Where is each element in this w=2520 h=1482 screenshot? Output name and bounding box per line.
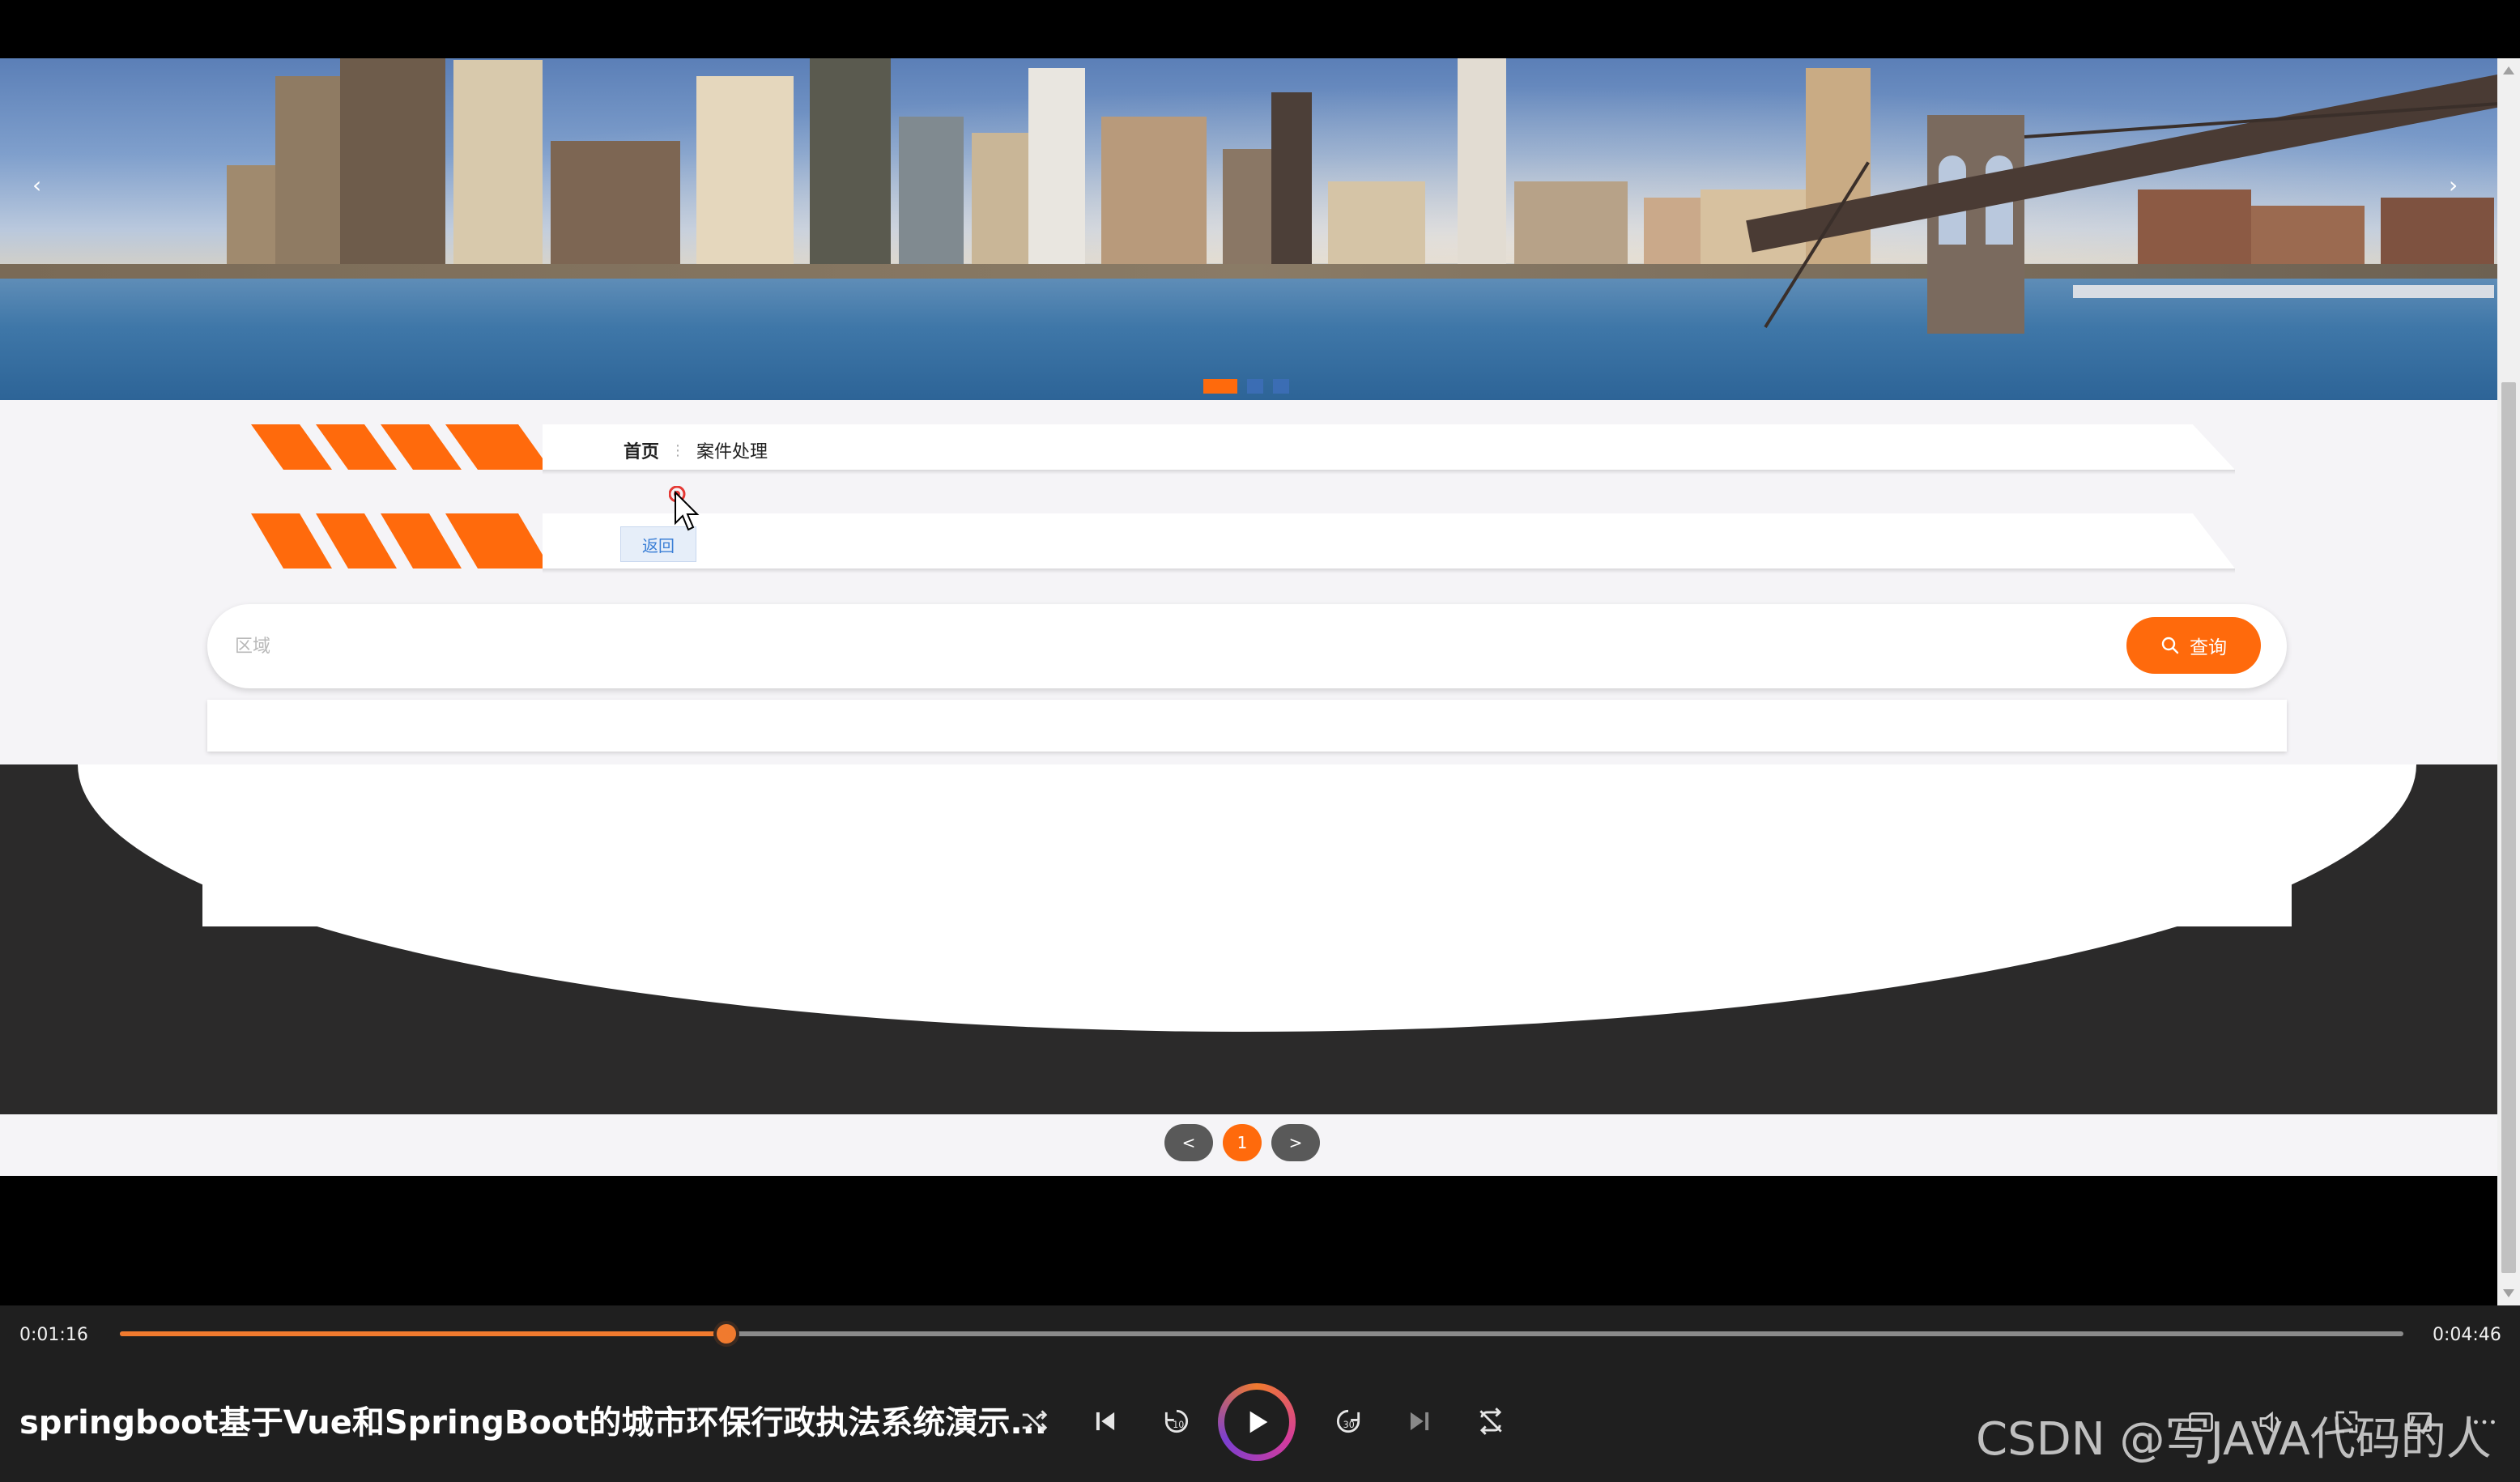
skyline-building xyxy=(551,141,680,279)
case-list-area xyxy=(202,764,2292,926)
repeat-off-icon xyxy=(1479,1407,1502,1435)
toolbar-panel xyxy=(543,513,2235,569)
rewind-10-icon: 10 xyxy=(1164,1409,1189,1433)
ribbon-shadow xyxy=(543,569,2235,573)
svg-text:30: 30 xyxy=(1343,1420,1355,1430)
skyline-building xyxy=(453,60,543,279)
carousel-dot-2[interactable] xyxy=(1247,379,1263,394)
skyline-building xyxy=(1271,92,1312,279)
region-search-input[interactable] xyxy=(235,628,2097,664)
total-duration: 0:04:46 xyxy=(2433,1325,2501,1345)
forward-30-button[interactable]: 30 xyxy=(1328,1401,1369,1442)
stripes-decoration xyxy=(251,424,551,470)
page-number-button[interactable]: 1 xyxy=(1223,1124,1262,1161)
banner-carousel: ‹ › xyxy=(0,58,2497,400)
skyline-building xyxy=(696,76,794,279)
svg-text:10: 10 xyxy=(1173,1420,1184,1430)
skyline-building xyxy=(1458,58,1506,279)
play-button[interactable] xyxy=(1218,1383,1296,1461)
screen: { "banner": { "prev_icon": "chevron-left… xyxy=(0,0,2520,1482)
stripes-decoration xyxy=(251,513,551,569)
forward-30-icon: 30 xyxy=(1336,1409,1360,1433)
web-page: ‹ › 首页 ⋮ 案件处理 返回 区域 查询 xyxy=(0,58,2497,1176)
skyline-building xyxy=(1101,117,1207,279)
skyline-building xyxy=(340,58,445,279)
shuffle-icon xyxy=(1022,1410,1048,1433)
video-title: springboot基于Vue和SpringBoot的城市环保行政执法系统演示.… xyxy=(19,1404,1047,1442)
scroll-up-icon[interactable] xyxy=(2503,66,2514,75)
skyline-building xyxy=(275,76,348,279)
play-button-inner xyxy=(1224,1390,1289,1454)
scrollbar-thumb[interactable] xyxy=(2501,382,2516,1273)
query-button[interactable]: 查询 xyxy=(2126,617,2261,674)
carousel-indicators xyxy=(1203,379,1289,394)
breadcrumb-ribbon: 首页 ⋮ 案件处理 xyxy=(243,424,2235,475)
carousel-dot-1[interactable] xyxy=(1203,379,1237,394)
shoreline xyxy=(0,264,2497,279)
breadcrumb: 首页 ⋮ 案件处理 xyxy=(624,437,768,463)
skyline-building xyxy=(1028,68,1085,279)
volume-icon[interactable] xyxy=(2256,1407,2285,1437)
media-player-bar: 0:01:16 0:04:46 springboot基于Vue和SpringBo… xyxy=(0,1305,2520,1482)
seek-bar-handle[interactable] xyxy=(713,1321,740,1347)
skyline-building xyxy=(810,58,891,279)
video-letterbox-top xyxy=(0,0,2520,58)
toolbar-ribbon: 返回 xyxy=(243,513,2235,573)
chevron-left-icon[interactable]: ‹ xyxy=(32,172,41,198)
play-icon xyxy=(1249,1411,1268,1433)
skyline-building xyxy=(899,117,964,279)
breadcrumb-home[interactable]: 首页 xyxy=(624,437,659,463)
pagination: < 1 > xyxy=(1164,1124,1320,1161)
fullscreen-icon[interactable] xyxy=(2332,1407,2361,1437)
next-page-button[interactable]: > xyxy=(1271,1124,1320,1161)
search-icon xyxy=(2161,637,2179,654)
pip-icon[interactable] xyxy=(2405,1407,2434,1437)
seek-bar-progress xyxy=(120,1331,727,1336)
rewind-10-button[interactable]: 10 xyxy=(1156,1401,1197,1442)
chevron-right-icon[interactable]: › xyxy=(2449,172,2458,198)
list-header-bar xyxy=(207,700,2287,752)
breadcrumb-current: 案件处理 xyxy=(696,442,768,462)
breadcrumb-separator: ⋮ xyxy=(670,441,686,459)
query-button-label: 查询 xyxy=(2190,637,2227,658)
elapsed-time: 0:01:16 xyxy=(19,1325,88,1345)
subtitles-icon[interactable] xyxy=(2186,1407,2216,1437)
more-icon[interactable] xyxy=(2470,1407,2499,1437)
search-bar: 查询 xyxy=(207,604,2287,688)
repeat-button[interactable] xyxy=(1471,1401,1511,1442)
skyline-building xyxy=(1223,149,1271,279)
page-scrollbar[interactable] xyxy=(2497,58,2520,1305)
prev-page-button[interactable]: < xyxy=(1164,1124,1213,1161)
previous-icon xyxy=(1096,1412,1115,1431)
carousel-dot-3[interactable] xyxy=(1273,379,1289,394)
seek-bar[interactable] xyxy=(120,1321,2403,1347)
previous-button[interactable] xyxy=(1085,1401,1126,1442)
scroll-down-icon[interactable] xyxy=(2503,1289,2514,1297)
next-icon xyxy=(1410,1412,1429,1431)
pier xyxy=(2073,285,2494,298)
bridge-tower xyxy=(1927,115,2024,334)
breadcrumb-panel xyxy=(543,424,2235,470)
shuffle-button[interactable] xyxy=(1014,1401,1054,1442)
ribbon-shadow xyxy=(543,470,2235,475)
mouse-cursor-icon xyxy=(669,486,700,531)
next-button[interactable] xyxy=(1399,1401,1440,1442)
